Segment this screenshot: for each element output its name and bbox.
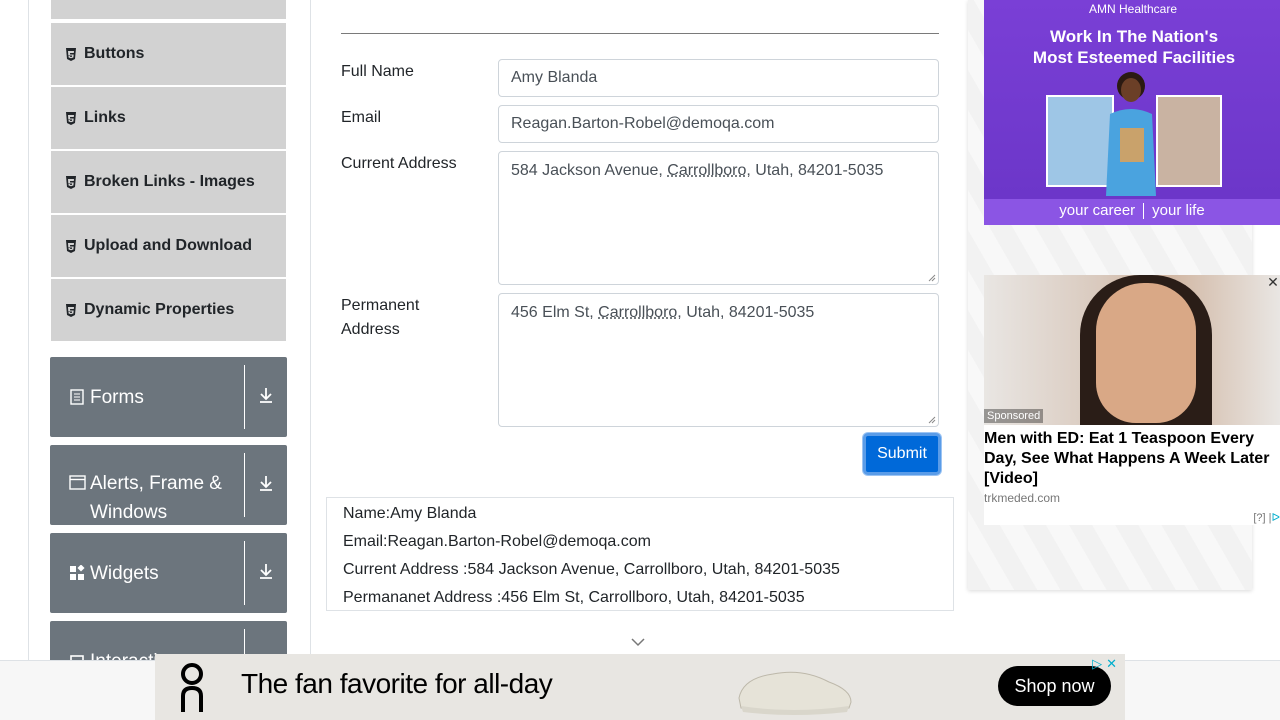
- output-current-address: Current Address :584 Jackson Avenue, Car…: [343, 561, 840, 578]
- chevron-down-icon[interactable]: [630, 636, 646, 648]
- group-label: Widgets: [90, 562, 159, 584]
- resize-handle-icon[interactable]: [928, 416, 936, 424]
- ad-controls: ▷ ✕: [1092, 656, 1117, 672]
- sidebar-item-dynamic-properties[interactable]: Dynamic Properties: [50, 278, 287, 342]
- band-text: your life: [1152, 202, 1205, 219]
- group-label: Alerts, Frame & Windows: [90, 473, 222, 523]
- expand-button[interactable]: [245, 357, 287, 437]
- ad-photo: [984, 275, 1280, 425]
- address-text: 584 Jackson Avenue,: [511, 162, 668, 179]
- address-text: , Utah, 84201-5035: [677, 304, 815, 321]
- brand-logo-icon: [181, 663, 203, 712]
- expand-button[interactable]: [245, 445, 287, 525]
- spellcheck-word: Carrollboro: [667, 162, 747, 179]
- headline-line: Work In The Nation's: [1049, 27, 1219, 46]
- email-input[interactable]: Reagan.Barton-Robel@demoqa.com: [498, 105, 939, 143]
- adchoices-icon[interactable]: [?] |ᐅ: [1253, 511, 1280, 524]
- left-divider: [28, 0, 29, 660]
- download-arrow-icon: [258, 474, 274, 497]
- sidebar-item-label: Upload and Download: [84, 237, 252, 254]
- sponsored-label: Sponsored: [984, 409, 1044, 423]
- output-email: Email:Reagan.Barton-Robel@demoqa.com: [343, 533, 651, 550]
- window-icon: [68, 475, 86, 490]
- band-text: your career: [1059, 202, 1136, 219]
- html5-icon: [65, 175, 77, 189]
- close-icon[interactable]: ✕: [1266, 275, 1280, 289]
- address-text: 456 Elm St,: [511, 304, 599, 321]
- group-alerts-frame-windows[interactable]: Alerts, Frame & Windows: [50, 445, 287, 525]
- headline-line: Most Esteemed Facilities: [1032, 48, 1236, 67]
- form-icon: [68, 389, 86, 405]
- group-forms[interactable]: Forms: [50, 357, 287, 437]
- label-line: Permanent: [341, 297, 420, 314]
- amn-headline: Work In The Nation's Most Esteemed Facil…: [984, 26, 1280, 68]
- download-arrow-icon: [258, 562, 274, 585]
- output-name: Name:Amy Blanda: [343, 505, 477, 522]
- html5-icon: [65, 303, 77, 317]
- full-name-label: Full Name: [341, 63, 414, 80]
- adchoice-text: [?]: [1253, 512, 1266, 524]
- html5-icon: [65, 111, 77, 125]
- group-widgets[interactable]: Widgets: [50, 533, 287, 613]
- form-divider: [341, 33, 939, 34]
- adchoices-icon[interactable]: ▷: [1092, 656, 1102, 672]
- download-arrow-icon: [258, 386, 274, 409]
- close-icon[interactable]: ✕: [1106, 656, 1117, 672]
- current-address-textarea[interactable]: 584 Jackson Avenue, Carrollboro, Utah, 8…: [498, 151, 939, 285]
- permanent-address-label: Permanent Address: [341, 294, 419, 342]
- sidebar-item-upload-download[interactable]: Upload and Download: [50, 214, 287, 278]
- sponsored-ad[interactable]: ✕ Sponsored Men with ED: Eat 1 Teaspoon …: [984, 275, 1280, 525]
- current-address-label: Current Address: [341, 155, 457, 172]
- group-header[interactable]: Alerts, Frame & Windows: [50, 445, 244, 525]
- permanent-address-textarea[interactable]: 456 Elm St, Carrollboro, Utah, 84201-503…: [498, 293, 939, 427]
- band-divider: [1143, 203, 1145, 220]
- ad-photo-face: [1096, 283, 1196, 423]
- label-line: Address: [341, 321, 400, 338]
- group-header[interactable]: Forms: [50, 357, 244, 437]
- html5-icon: [65, 239, 77, 253]
- amn-band: your career your life: [984, 199, 1280, 225]
- sidebar-item-label: Buttons: [84, 45, 145, 62]
- shoe-image: [738, 671, 852, 715]
- full-name-input[interactable]: Amy Blanda: [498, 59, 939, 97]
- expand-button[interactable]: [245, 533, 287, 613]
- sidebar-item-label: Broken Links - Images: [84, 173, 255, 190]
- sidebar-item-links[interactable]: Links: [50, 86, 287, 150]
- sidebar-divider: [310, 0, 311, 660]
- address-text: , Utah, 84201-5035: [746, 162, 884, 179]
- sidebar-item-label: Links: [84, 109, 126, 126]
- nurse-illustration: [1106, 72, 1156, 196]
- submit-button[interactable]: Submit: [863, 433, 941, 475]
- sidebar-item-label: Dynamic Properties: [84, 301, 235, 318]
- ad-tagline: The fan favorite for all-day: [241, 668, 553, 699]
- output-panel: Name:Amy Blanda Email:Reagan.Barton-Robe…: [326, 497, 954, 611]
- ad-title[interactable]: Men with ED: Eat 1 Teaspoon Every Day, S…: [984, 429, 1280, 489]
- amn-healthcare-ad[interactable]: AMN Healthcare Work In The Nation's Most…: [984, 0, 1280, 225]
- ad-domain[interactable]: trkmeded.com: [984, 491, 1060, 505]
- page: Buttons Links Broken Links - Images Uplo…: [0, 0, 1280, 720]
- group-label: Forms: [90, 386, 144, 408]
- widgets-icon: [68, 565, 86, 581]
- resize-handle-icon[interactable]: [928, 274, 936, 282]
- sidebar-item-buttons[interactable]: Buttons: [50, 22, 287, 86]
- sidebar-item-broken-links[interactable]: Broken Links - Images: [50, 150, 287, 214]
- sidebar-item-radio-button[interactable]: [50, 0, 287, 20]
- group-header[interactable]: Widgets: [50, 533, 244, 613]
- output-permanent-address: Permananet Address :456 Elm St, Carrollb…: [343, 589, 805, 606]
- html5-icon: [65, 47, 77, 61]
- amn-brand: AMN Healthcare: [1088, 2, 1178, 16]
- email-label: Email: [341, 109, 382, 126]
- spellcheck-word: Carrollboro: [598, 304, 678, 321]
- shop-now-button[interactable]: Shop now: [998, 666, 1111, 706]
- bottom-ad[interactable]: The fan favorite for all-day Shop now ▷ …: [155, 654, 1125, 720]
